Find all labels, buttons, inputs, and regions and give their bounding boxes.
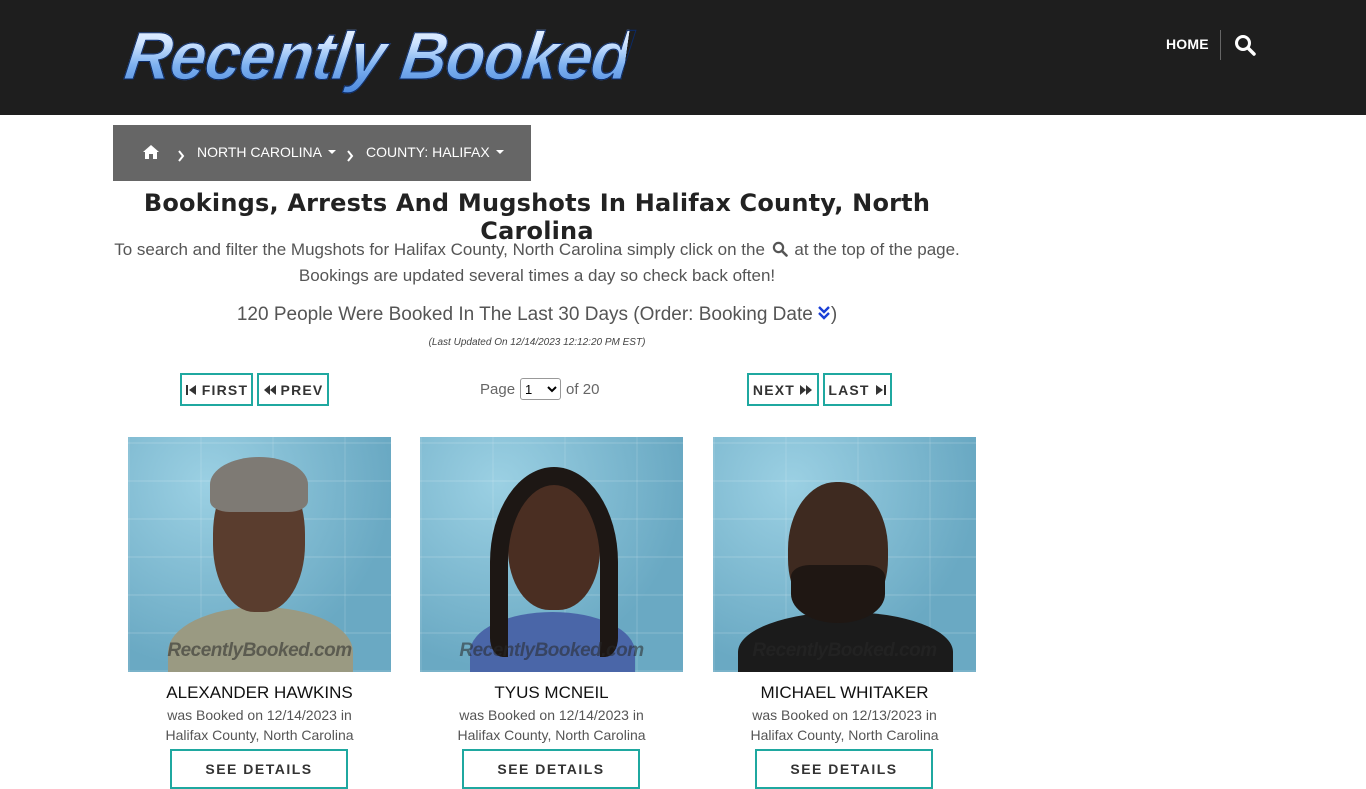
booking-date-line: was Booked on 12/13/2023 in bbox=[752, 707, 937, 723]
booking-info: was Booked on 12/13/2023 in Halifax Coun… bbox=[713, 705, 976, 745]
search-icon[interactable] bbox=[1234, 34, 1256, 56]
logo-text: Recently Booked bbox=[120, 12, 636, 100]
site-header: Recently Booked HOME bbox=[0, 0, 1366, 115]
booking-info: was Booked on 12/14/2023 in Halifax Coun… bbox=[128, 705, 391, 745]
first-page-button[interactable]: FIRST bbox=[180, 373, 253, 406]
page-selector: Page 1 of 20 bbox=[480, 377, 599, 401]
next-page-label: NEXT bbox=[752, 381, 796, 398]
booking-info: was Booked on 12/14/2023 in Halifax Coun… bbox=[420, 705, 683, 745]
intro-text: To search and filter the Mugshots for Ha… bbox=[113, 237, 961, 289]
nav-divider bbox=[1220, 30, 1221, 60]
mugshot-photo[interactable]: RecentlyBooked.com bbox=[713, 437, 976, 672]
photo-beard bbox=[791, 565, 885, 623]
booking-date-line: was Booked on 12/14/2023 in bbox=[459, 707, 644, 723]
caret-down-icon bbox=[495, 150, 504, 154]
page-select[interactable]: 1 bbox=[520, 378, 562, 400]
prev-page-label: PREV bbox=[280, 381, 324, 398]
see-details-button[interactable]: SEE DETAILS bbox=[170, 749, 348, 789]
person-name[interactable]: ALEXANDER HAWKINS bbox=[128, 683, 391, 703]
breadcrumb: NORTH CAROLINA COUNTY: HALIFAX bbox=[113, 125, 531, 181]
breadcrumb-county-label: COUNTY: HALIFAX bbox=[366, 144, 490, 160]
skip-start-icon bbox=[185, 384, 196, 395]
person-name[interactable]: TYUS MCNEIL bbox=[420, 683, 683, 703]
nav-home-link[interactable]: HOME bbox=[1166, 36, 1209, 52]
see-details-button[interactable]: SEE DETAILS bbox=[755, 749, 933, 789]
photo-watermark: RecentlyBooked.com bbox=[752, 640, 937, 661]
rewind-icon bbox=[263, 384, 276, 395]
first-page-label: FIRST bbox=[201, 381, 249, 398]
last-page-label: LAST bbox=[828, 381, 870, 398]
booking-count: 120 People Were Booked In The Last 30 Da… bbox=[113, 304, 961, 326]
photo-watermark: RecentlyBooked.com bbox=[167, 640, 352, 661]
booking-count-text: 120 People Were Booked In The Last 30 Da… bbox=[236, 304, 813, 325]
next-page-button[interactable]: NEXT bbox=[747, 373, 819, 406]
intro-part1: To search and filter the Mugshots for Ha… bbox=[114, 240, 765, 259]
site-logo[interactable]: Recently Booked bbox=[120, 14, 636, 98]
last-page-button[interactable]: LAST bbox=[823, 373, 892, 406]
booking-card: RecentlyBooked.com ALEXANDER HAWKINS was… bbox=[128, 437, 391, 789]
fast-forward-icon bbox=[800, 384, 813, 395]
person-name[interactable]: MICHAEL WHITAKER bbox=[713, 683, 976, 703]
mugshot-photo[interactable]: RecentlyBooked.com bbox=[420, 437, 683, 672]
booking-location: Halifax County, North Carolina bbox=[750, 727, 939, 743]
search-icon bbox=[772, 239, 788, 257]
booking-location: Halifax County, North Carolina bbox=[457, 727, 646, 743]
page-total: of 20 bbox=[566, 380, 600, 398]
chevron-right-icon bbox=[346, 147, 354, 162]
page-label: Page bbox=[480, 380, 516, 398]
booking-card: RecentlyBooked.com TYUS MCNEIL was Booke… bbox=[420, 437, 683, 789]
see-details-button[interactable]: SEE DETAILS bbox=[462, 749, 640, 789]
last-updated: (Last Updated On 12/14/2023 12:12:20 PM … bbox=[428, 337, 646, 348]
breadcrumb-state-label: NORTH CAROLINA bbox=[197, 144, 322, 160]
breadcrumb-county[interactable]: COUNTY: HALIFAX bbox=[366, 144, 504, 160]
intro-line2: Bookings are updated several times a day… bbox=[298, 266, 776, 285]
booking-date-line: was Booked on 12/14/2023 in bbox=[167, 707, 352, 723]
booking-card: RecentlyBooked.com MICHAEL WHITAKER was … bbox=[713, 437, 976, 789]
caret-down-icon bbox=[327, 150, 336, 154]
intro-part2: at the top of the page. bbox=[794, 240, 960, 259]
sort-order-toggle-icon[interactable] bbox=[817, 305, 831, 321]
booking-location: Halifax County, North Carolina bbox=[165, 727, 354, 743]
photo-hair bbox=[210, 457, 308, 512]
booking-count-close: ) bbox=[830, 304, 838, 325]
skip-end-icon bbox=[875, 384, 886, 395]
home-icon[interactable] bbox=[142, 144, 160, 160]
photo-watermark: RecentlyBooked.com bbox=[459, 640, 644, 661]
breadcrumb-state[interactable]: NORTH CAROLINA bbox=[197, 144, 336, 160]
mugshot-photo[interactable]: RecentlyBooked.com bbox=[128, 437, 391, 672]
chevron-right-icon bbox=[177, 147, 185, 162]
photo-hair bbox=[490, 467, 618, 657]
prev-page-button[interactable]: PREV bbox=[257, 373, 329, 406]
